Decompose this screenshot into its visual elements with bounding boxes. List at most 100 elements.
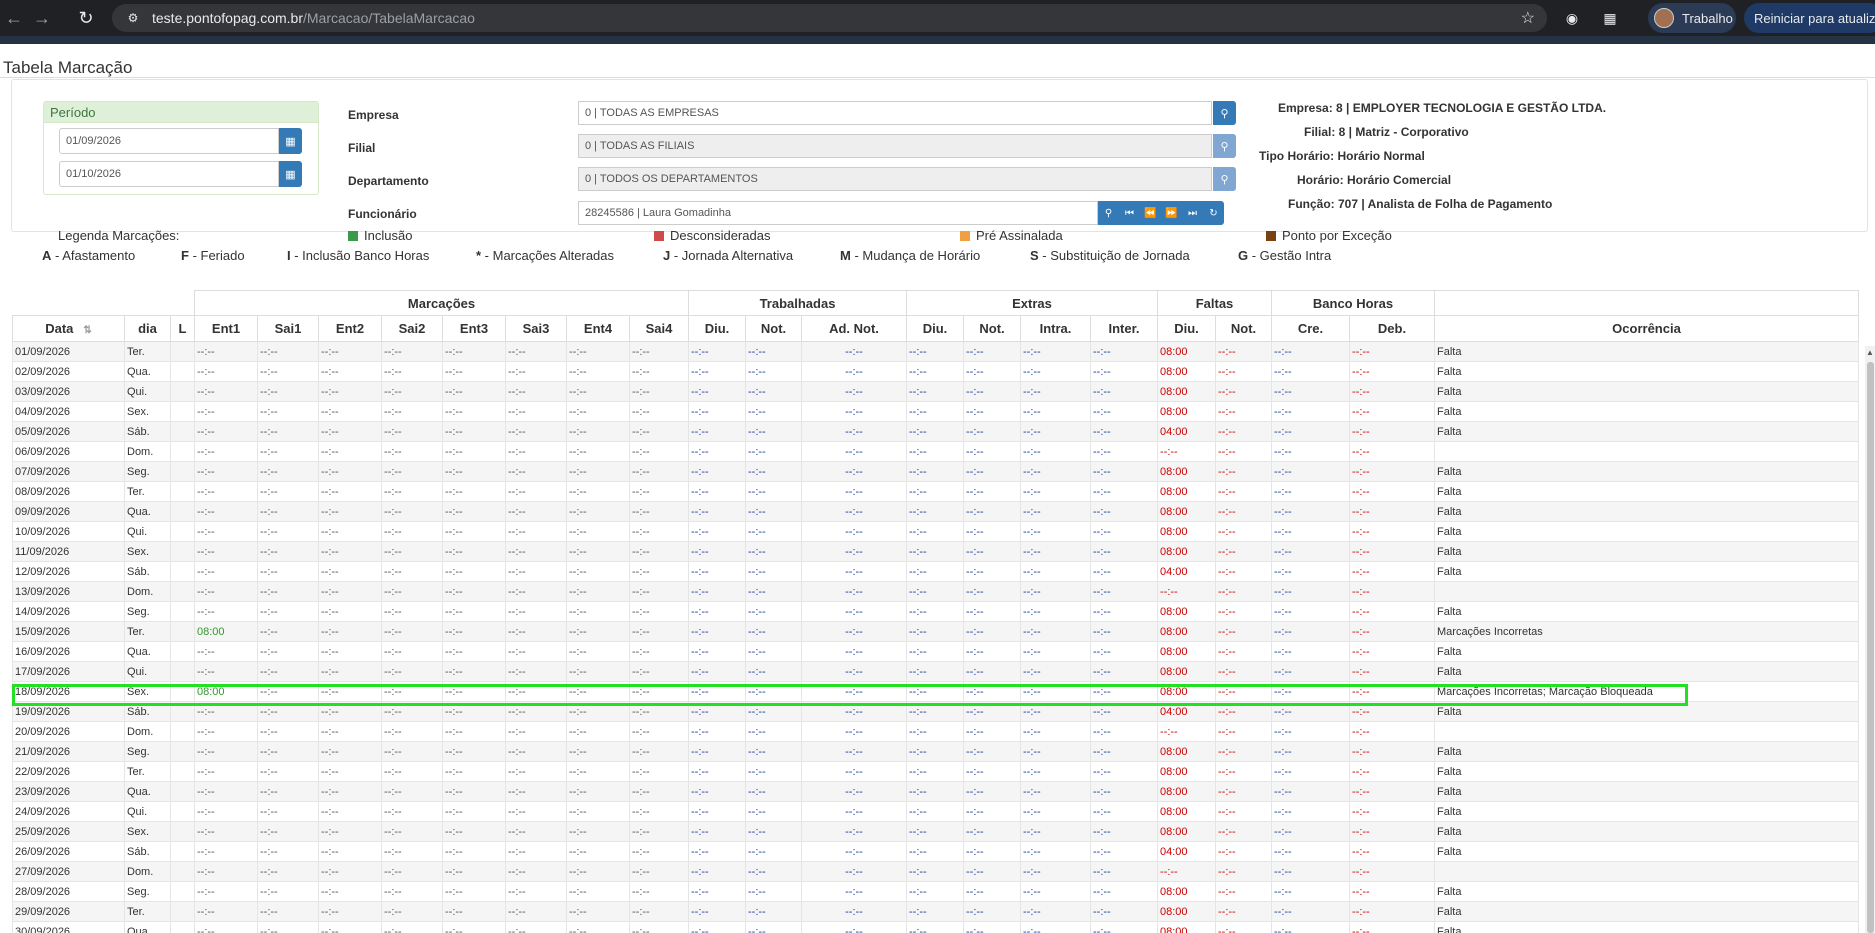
table-row[interactable]: 11/09/2026 Sex. --:-- --:-- --:-- --:-- --:-- -…	[12, 541, 1859, 562]
table-row[interactable]: 07/09/2026 Seg. --:-- --:-- --:-- --:-- --:-- -…	[12, 461, 1859, 482]
cell-falta-diu: 08:00	[1157, 661, 1216, 682]
empresa-input[interactable]	[578, 101, 1212, 125]
end-date-input[interactable]	[59, 161, 279, 187]
table-row[interactable]: 06/09/2026 Dom. --:-- --:-- --:-- --:-- --:-- -…	[12, 441, 1859, 462]
next-icon[interactable]: ⏩	[1161, 201, 1182, 225]
cell-falta-diu: 04:00	[1157, 561, 1216, 582]
table-row[interactable]: 02/09/2026 Qua. --:-- --:-- --:-- --:-- --:-- -…	[12, 361, 1859, 382]
address-bar[interactable]: ⚙ teste.pontofopag.com.br/Marcacao/Tabel…	[112, 4, 1547, 32]
extension-icon[interactable]: ◉	[1560, 6, 1584, 30]
cell-ent1: --:--	[194, 921, 258, 933]
column-header[interactable]: Ent1	[194, 315, 258, 342]
table-row[interactable]: 30/09/2026 Qua. --:-- --:-- --:-- --:-- --:-- -…	[12, 921, 1859, 933]
previous-icon[interactable]: ⏪	[1140, 201, 1161, 225]
column-header[interactable]: Deb.	[1349, 315, 1435, 342]
cell-trab-diu: --:--	[688, 861, 746, 882]
sort-icon[interactable]: ⇅	[83, 325, 91, 336]
cell-dia: Qua.	[124, 921, 171, 933]
restart-to-update-button[interactable]: Reiniciar para atualizar	[1744, 3, 1875, 33]
column-header[interactable]: Sai1	[257, 315, 319, 342]
column-header[interactable]: Sai4	[629, 315, 689, 342]
table-row[interactable]: 23/09/2026 Qua. --:-- --:-- --:-- --:-- --:-- -…	[12, 781, 1859, 802]
funcionario-input[interactable]	[578, 201, 1098, 225]
column-header[interactable]: Diu.	[906, 315, 964, 342]
cell-marcacao: --:--	[629, 481, 689, 502]
column-header[interactable]: Sai3	[505, 315, 567, 342]
start-date-input[interactable]	[59, 128, 279, 154]
table-row[interactable]: 01/09/2026 Ter. --:-- --:-- --:-- --:-- --:-- -…	[12, 341, 1859, 362]
cell-marcacao: --:--	[566, 621, 630, 642]
cell-falta-diu: 08:00	[1157, 481, 1216, 502]
column-header[interactable]: Diu.	[1157, 315, 1216, 342]
cell-marcacao: --:--	[629, 781, 689, 802]
table-row[interactable]: 05/09/2026 Sáb. --:-- --:-- --:-- --:-- --:-- -…	[12, 421, 1859, 442]
column-header-label: Data	[45, 321, 74, 336]
column-header[interactable]: Not.	[745, 315, 802, 342]
table-row[interactable]: 04/09/2026 Sex. --:-- --:-- --:-- --:-- --:-- -…	[12, 401, 1859, 422]
table-row[interactable]: 16/09/2026 Qua. --:-- --:-- --:-- --:-- --:-- -…	[12, 641, 1859, 662]
column-header[interactable]: Intra.	[1020, 315, 1091, 342]
column-header-label: Diu.	[922, 321, 948, 336]
table-row[interactable]: 25/09/2026 Sex. --:-- --:-- --:-- --:-- --:-- -…	[12, 821, 1859, 842]
table-row[interactable]: 13/09/2026 Dom. --:-- --:-- --:-- --:-- --:-- -…	[12, 581, 1859, 602]
table-row[interactable]: 28/09/2026 Seg. --:-- --:-- --:-- --:-- --:-- -…	[12, 881, 1859, 902]
filial-input[interactable]	[578, 134, 1212, 158]
table-row[interactable]: 26/09/2026 Sáb. --:-- --:-- --:-- --:-- --:-- -…	[12, 841, 1859, 862]
extensions-puzzle-icon[interactable]: ▦	[1598, 6, 1622, 30]
column-header[interactable]: Ent3	[442, 315, 506, 342]
last-icon[interactable]: ⏭	[1182, 201, 1203, 225]
column-header[interactable]: Data ⇅	[12, 315, 125, 342]
column-header[interactable]: Not.	[963, 315, 1021, 342]
table-row[interactable]: 10/09/2026 Qui. --:-- --:-- --:-- --:-- --:-- -…	[12, 521, 1859, 542]
table-row[interactable]: 24/09/2026 Qui. --:-- --:-- --:-- --:-- --:-- -…	[12, 801, 1859, 822]
table-row[interactable]: 15/09/2026 Ter. 08:00 --:-- --:-- --:-- --:-- -…	[12, 621, 1859, 642]
end-calendar-icon[interactable]: ▦	[279, 161, 302, 187]
reload-icon[interactable]: ↻	[72, 4, 100, 32]
forward-icon[interactable]: →	[28, 4, 56, 32]
table-row[interactable]: 22/09/2026 Ter. --:-- --:-- --:-- --:-- --:-- -…	[12, 761, 1859, 782]
table-row[interactable]: 20/09/2026 Dom. --:-- --:-- --:-- --:-- --:-- -…	[12, 721, 1859, 742]
table-row[interactable]: 29/09/2026 Ter. --:-- --:-- --:-- --:-- --:-- -…	[12, 901, 1859, 922]
cell-data: 22/09/2026	[12, 761, 125, 782]
column-header[interactable]: Ent2	[318, 315, 382, 342]
cell-trab-adnot: --:--	[801, 481, 907, 502]
table-row[interactable]: 19/09/2026 Sáb. --:-- --:-- --:-- --:-- --:-- -…	[12, 701, 1859, 722]
first-icon[interactable]: ⏮	[1119, 201, 1140, 225]
table-row[interactable]: 03/09/2026 Qui. --:-- --:-- --:-- --:-- --:-- -…	[12, 381, 1859, 402]
table-row[interactable]: 17/09/2026 Qui. --:-- --:-- --:-- --:-- --:-- -…	[12, 661, 1859, 682]
table-row[interactable]: 08/09/2026 Ter. --:-- --:-- --:-- --:-- --:-- -…	[12, 481, 1859, 502]
table-row[interactable]: 18/09/2026 Sex. 08:00 --:-- --:-- --:-- --:-- -…	[12, 681, 1859, 702]
search-icon[interactable]: ⚲	[1098, 201, 1119, 225]
column-header[interactable]: Sai2	[381, 315, 443, 342]
start-calendar-icon[interactable]: ▦	[279, 128, 302, 154]
column-header[interactable]: dia	[124, 315, 171, 342]
column-header[interactable]: Ent4	[566, 315, 630, 342]
column-header[interactable]: Inter.	[1090, 315, 1158, 342]
column-header[interactable]: Ocorrência	[1434, 315, 1859, 342]
cell-banco-cre: --:--	[1271, 421, 1350, 442]
departamento-input[interactable]	[578, 167, 1212, 191]
column-header[interactable]: Not.	[1215, 315, 1272, 342]
cell-extra: --:--	[906, 801, 964, 822]
column-header[interactable]: Ad. Not.	[801, 315, 907, 342]
cell-trab-diu: --:--	[688, 721, 746, 742]
scroll-thumb[interactable]	[1867, 362, 1874, 933]
cell-l	[170, 661, 195, 682]
column-header[interactable]: Diu.	[688, 315, 746, 342]
scroll-up-icon[interactable]: ▲	[1866, 348, 1874, 357]
url-text[interactable]: teste.pontofopag.com.br/Marcacao/TabelaM…	[152, 10, 475, 26]
cell-extra: --:--	[1090, 521, 1158, 542]
site-settings-icon[interactable]: ⚙	[124, 9, 142, 27]
column-header[interactable]: Cre.	[1271, 315, 1350, 342]
table-scrollbar[interactable]: ▲	[1865, 346, 1875, 933]
back-icon[interactable]: ←	[0, 4, 28, 32]
group-spacer	[12, 290, 195, 316]
bookmark-star-icon[interactable]: ☆	[1521, 8, 1535, 28]
column-header[interactable]: L	[170, 315, 195, 342]
table-row[interactable]: 27/09/2026 Dom. --:-- --:-- --:-- --:-- --:-- -…	[12, 861, 1859, 882]
profile-button[interactable]: Trabalho	[1648, 3, 1736, 33]
table-row[interactable]: 21/09/2026 Seg. --:-- --:-- --:-- --:-- --:-- -…	[12, 741, 1859, 762]
table-row[interactable]: 14/09/2026 Seg. --:-- --:-- --:-- --:-- --:-- -…	[12, 601, 1859, 622]
table-row[interactable]: 12/09/2026 Sáb. --:-- --:-- --:-- --:-- --:-- -…	[12, 561, 1859, 582]
table-row[interactable]: 09/09/2026 Qua. --:-- --:-- --:-- --:-- --:-- -…	[12, 501, 1859, 522]
